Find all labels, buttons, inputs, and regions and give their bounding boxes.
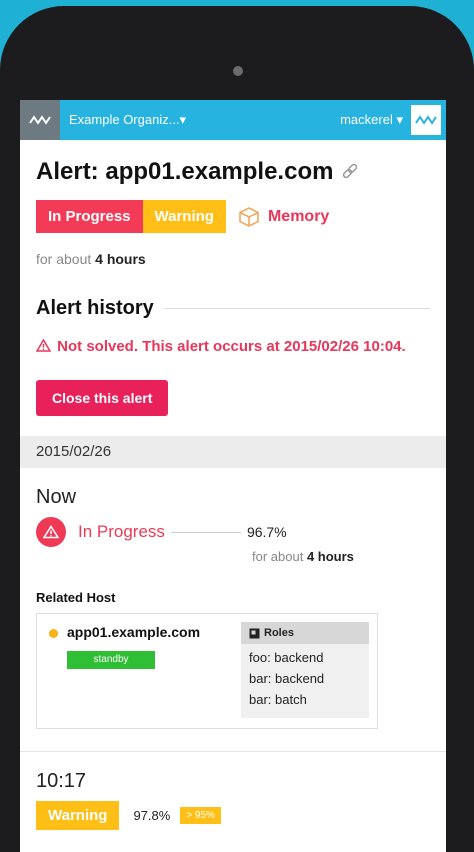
duration-value: 4 hours [306,549,354,564]
status-badge: In Progress [36,200,143,233]
close-alert-button[interactable]: Close this alert [36,380,169,416]
host-card: app01.example.com standby Roles foo: bac… [36,613,378,729]
threshold-badge: > 95% [180,807,221,824]
divider [163,308,430,309]
roles-panel: Roles foo: backend bar: backend bar: bat… [241,622,369,718]
host-status-dot [49,629,58,638]
alert-message: Not solved. This alert occurs at 2015/02… [35,336,430,358]
roles-header: Roles [241,622,369,644]
warning-triangle-icon [35,338,52,352]
roles-icon [249,628,260,638]
duration-prefix: for about [252,549,304,564]
role-item[interactable]: foo: backend [241,650,369,665]
divider [20,751,446,752]
duration-value: 4 hours [95,251,146,267]
chevron-down-icon: ▾ [396,112,403,127]
alert-badges: In Progress Warning Memory [36,200,430,233]
top-bar: Example Organiz...▾ mackerel ▾ [20,100,446,140]
organization-name: Example Organiz... [69,112,180,127]
date-header: 2015/02/26 [20,436,446,468]
history-heading: Alert history [36,297,430,320]
divider [170,531,241,533]
alert-message-text: Not solved. This alert occurs at 2015/02… [57,338,406,355]
host-name-link[interactable]: app01.example.com [67,624,200,640]
metric-name[interactable]: Memory [268,208,329,226]
cube-icon [239,206,259,227]
chevron-down-icon: ▾ [179,112,187,127]
alert-duration: for about 4 hours [36,251,430,267]
alert-circle-icon [36,517,66,547]
warning-triangle-icon [43,525,59,539]
role-item[interactable]: bar: batch [241,692,369,707]
user-menu[interactable]: mackerel ▾ [340,112,403,128]
mackerel-wave-icon [29,115,51,125]
level-badge: Warning [36,801,120,830]
mackerel-wave-icon [415,115,437,125]
timeline-duration: for about 4 hours [252,549,446,564]
timeline-status: Warning 97.8% > 95% [20,801,446,830]
timeline-time-now: Now [36,486,77,508]
camera-dot [233,66,243,76]
timeline-value: 96.7% [246,524,287,540]
alert-title-text: Alert: app01.example.com [36,158,334,185]
user-name: mackerel [340,112,393,127]
link-icon[interactable] [341,163,359,181]
related-host-title: Related Host [36,590,116,605]
timeline-status-label: In Progress [78,522,165,541]
role-item[interactable]: bar: backend [241,671,369,686]
alert-summary: Alert: app01.example.com In Progress War… [20,158,446,416]
page-title: Alert: app01.example.com [36,158,430,186]
roles-title: Roles [264,627,294,639]
host-status-badge: standby [67,651,155,669]
level-badge: Warning [142,200,226,233]
duration-prefix: for about [36,251,92,267]
app-screen: Example Organiz...▾ mackerel ▾ Alert: ap… [20,100,446,852]
timeline-status: In Progress 96.7% [20,517,446,547]
history-title-text: Alert history [36,297,154,319]
timeline-value: 97.8% [133,808,171,823]
timeline-time: 10:17 [36,770,87,792]
avatar[interactable] [411,105,441,135]
organization-selector[interactable]: Example Organiz...▾ [69,112,340,128]
logo-button[interactable] [20,100,60,140]
